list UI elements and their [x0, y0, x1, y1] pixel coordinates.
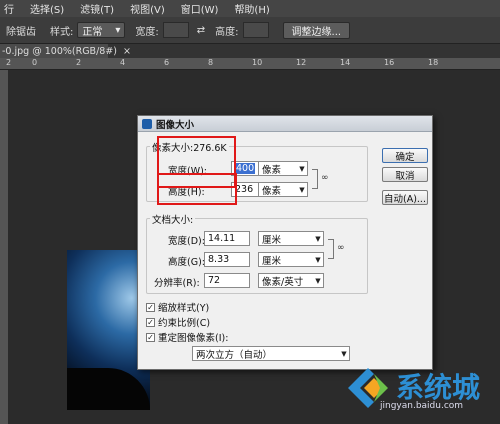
- menu-item-select[interactable]: 选择(S): [30, 1, 64, 16]
- resolution-input[interactable]: 72: [204, 273, 250, 288]
- options-bar: 除锯齿 样式: 正常 ▾ 宽度: ⇄ 高度: 调整边缘...: [0, 17, 500, 44]
- doc-width-label: 宽度(D):: [168, 236, 205, 247]
- constrain-proportions-label: 约束比例(C): [158, 318, 211, 329]
- doc-width-unit-select[interactable]: 厘米 ▼: [258, 231, 324, 246]
- pixel-width-unit: 像素: [262, 164, 282, 176]
- refine-edge-button[interactable]: 调整边缘...: [282, 21, 351, 39]
- checkbox-checked-icon: ✓: [146, 302, 155, 312]
- doc-height-input[interactable]: 8.33: [204, 252, 250, 267]
- doc-height-value: 8.33: [208, 254, 230, 265]
- resample-checkbox[interactable]: ✓ 重定图像像素(I):: [146, 330, 228, 344]
- pixel-height-unit: 像素: [262, 185, 282, 197]
- ruler-tick-label: 16: [384, 58, 395, 67]
- scale-styles-label: 缩放样式(Y): [158, 303, 210, 314]
- resample-label: 重定图像像素(I):: [158, 333, 229, 344]
- doc-height-unit: 厘米: [262, 255, 282, 267]
- auto-button[interactable]: 自动(A)...: [382, 190, 428, 205]
- style-select-value: 正常: [82, 26, 103, 38]
- width-input[interactable]: [162, 22, 189, 38]
- chevron-down-icon: ▼: [315, 255, 321, 264]
- pixel-link-bracket: [312, 169, 318, 189]
- dialog-title: 图像大小: [156, 119, 195, 131]
- chevron-down-icon: ▼: [299, 185, 305, 194]
- chevron-down-icon: ▼: [315, 276, 321, 285]
- chevron-down-icon: ▼: [299, 164, 305, 173]
- style-label: 样式:: [50, 26, 74, 38]
- menu-item-view[interactable]: 视图(V): [130, 1, 165, 16]
- checkbox-checked-icon: ✓: [146, 317, 155, 327]
- document-tab-title: -0.jpg @ 100%(RGB/8#): [2, 45, 117, 57]
- width-label: 宽度:: [135, 26, 159, 38]
- menu-item-window[interactable]: 窗口(W): [181, 1, 219, 16]
- document-tab[interactable]: -0.jpg @ 100%(RGB/8#) ×: [0, 44, 131, 58]
- ruler-tick-label: 12: [296, 58, 307, 67]
- ok-button[interactable]: 确定: [382, 148, 428, 163]
- style-select[interactable]: 正常 ▾: [77, 22, 126, 38]
- watermark: 系统城 jingyan.baidu.com: [344, 364, 494, 416]
- pixel-width-value: 400: [235, 163, 256, 174]
- ruler-tick-label: 2: [6, 58, 12, 67]
- resolution-unit: 像素/英寸: [262, 276, 304, 288]
- height-input[interactable]: [242, 22, 269, 38]
- chevron-down-icon: ▼: [315, 234, 321, 243]
- scale-styles-checkbox[interactable]: ✓ 缩放样式(Y): [146, 300, 209, 314]
- ruler-tick-label: 2: [76, 58, 82, 67]
- menu-item-edit-partial[interactable]: 行: [4, 1, 14, 16]
- watermark-brand-text: 系统城: [396, 371, 481, 404]
- doc-height-label: 高度(G):: [168, 257, 205, 268]
- doc-link-bracket: [328, 239, 334, 259]
- ruler-tick-label: 6: [164, 58, 170, 67]
- pixel-height-value: 236: [235, 184, 254, 195]
- anti-alias-checkbox-label[interactable]: 除锯齿: [6, 23, 36, 38]
- checkbox-checked-icon: ✓: [146, 332, 155, 342]
- swap-arrows-icon[interactable]: ⇄: [197, 25, 205, 36]
- menu-bar: 行 选择(S) 滤镜(T) 视图(V) 窗口(W) 帮助(H): [0, 0, 500, 17]
- doc-width-input[interactable]: 14.11: [204, 231, 250, 246]
- document-tab-bar: -0.jpg @ 100%(RGB/8#) ×: [0, 44, 500, 58]
- ruler-tick-label: 10: [252, 58, 263, 67]
- highlight-box-height: [157, 173, 237, 205]
- dialog-titlebar[interactable]: 图像大小: [138, 116, 432, 132]
- horizontal-ruler: 2 0 2 4 6 8 10 12 14 16 18: [0, 58, 500, 70]
- resolution-label: 分辨率(R):: [154, 278, 200, 289]
- close-icon[interactable]: ×: [123, 46, 131, 57]
- ruler-tick-label: 8: [208, 58, 214, 67]
- doc-width-value: 14.11: [208, 233, 236, 244]
- chain-link-icon: ∞: [337, 243, 345, 253]
- pixel-height-unit-select[interactable]: 像素 ▼: [258, 182, 308, 197]
- document-size-label: 文档大小:: [150, 212, 196, 226]
- cancel-button[interactable]: 取消: [382, 167, 428, 182]
- pixel-width-unit-select[interactable]: 像素 ▼: [258, 161, 308, 176]
- watermark-site-text: jingyan.baidu.com: [380, 401, 464, 411]
- ruler-tick-label: 0: [32, 58, 38, 67]
- image-size-dialog: 图像大小 像素大小:276.6K 宽度(W): 400 像素 ▼ 高度(H): …: [137, 115, 433, 370]
- height-label: 高度:: [215, 26, 239, 38]
- ruler-tick-label: 14: [340, 58, 351, 67]
- chevron-down-icon: ▼: [341, 349, 347, 358]
- ruler-tick-label: 18: [428, 58, 439, 67]
- doc-height-unit-select[interactable]: 厘米 ▼: [258, 252, 324, 267]
- constrain-proportions-checkbox[interactable]: ✓ 约束比例(C): [146, 315, 210, 329]
- menu-item-filter[interactable]: 滤镜(T): [80, 1, 114, 16]
- chain-link-icon: ∞: [321, 173, 329, 183]
- menu-item-help[interactable]: 帮助(H): [234, 1, 269, 16]
- resolution-value: 72: [208, 275, 221, 286]
- ruler-tick-label: 4: [120, 58, 126, 67]
- vertical-ruler: [0, 70, 8, 424]
- resolution-unit-select[interactable]: 像素/英寸 ▼: [258, 273, 324, 288]
- resample-method-value: 两次立方（自动）: [196, 349, 273, 361]
- photoshop-icon: [142, 118, 152, 129]
- doc-width-unit: 厘米: [262, 234, 282, 246]
- resample-method-select[interactable]: 两次立方（自动） ▼: [192, 346, 350, 361]
- chevron-down-icon: ▾: [115, 24, 121, 36]
- canvas-image-shadow: [67, 368, 150, 410]
